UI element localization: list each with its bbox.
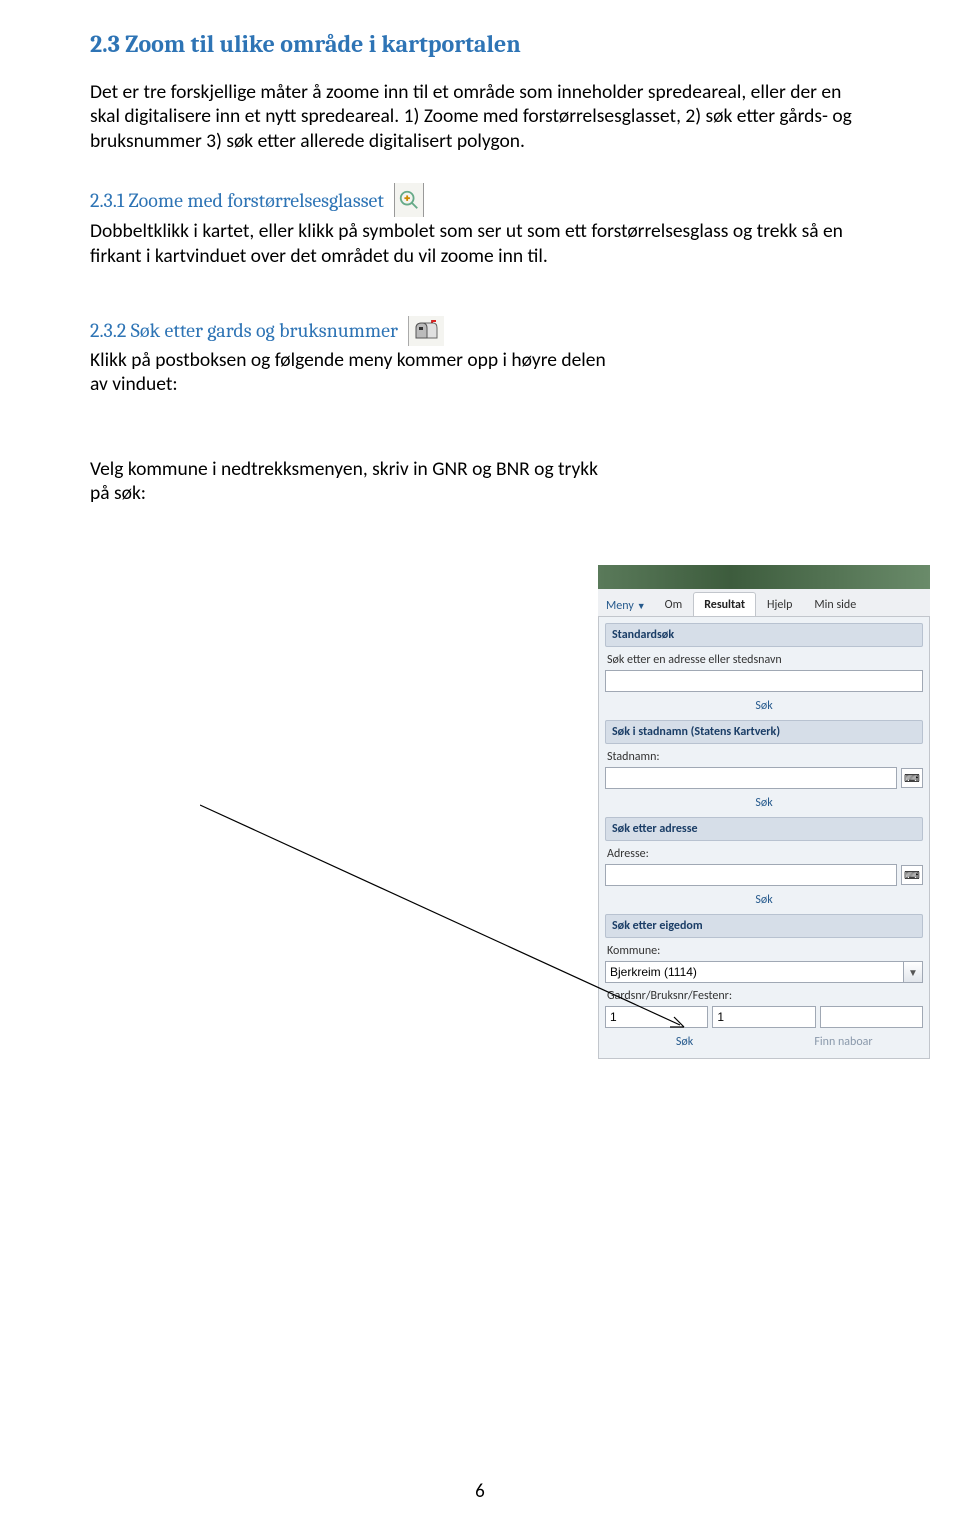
- subsection-body-232a: Klikk på postboksen og følgende meny kom…: [90, 348, 610, 397]
- tab-minside[interactable]: Min side: [803, 592, 867, 616]
- select-caret-icon[interactable]: ▼: [903, 961, 923, 983]
- input-std[interactable]: [605, 670, 923, 692]
- subsection-body-231: Dobbeltklikk i kartet, eller klikk på sy…: [90, 219, 870, 268]
- input-bruksnr[interactable]: [712, 1006, 815, 1028]
- menu-label: Meny: [606, 599, 634, 613]
- tab-resultat[interactable]: Resultat: [693, 592, 756, 616]
- menu-dropdown[interactable]: Meny ▼: [598, 595, 654, 616]
- input-festenr[interactable]: [820, 1006, 923, 1028]
- magnifier-plus-icon: [394, 183, 424, 217]
- tab-hjelp[interactable]: Hjelp: [756, 592, 803, 616]
- caret-down-icon: ▼: [637, 601, 646, 612]
- section-stadnamn: Søk i stadnamn (Statens Kartverk): [605, 720, 923, 744]
- input-gardsnr[interactable]: [605, 1006, 708, 1028]
- tab-om[interactable]: Om: [654, 592, 694, 616]
- keyboard-icon-2[interactable]: ⌨: [901, 865, 923, 885]
- sok-button-4[interactable]: Søk: [605, 1032, 764, 1052]
- section-title: 2.3 Zoom til ulike område i kartportalen: [90, 30, 870, 58]
- label-kommune: Kommune:: [605, 942, 923, 961]
- select-kommune[interactable]: [605, 961, 903, 983]
- mailbox-icon: [408, 316, 444, 346]
- section-standardsok: Standardsøk: [605, 623, 923, 647]
- input-adresse[interactable]: [605, 864, 897, 886]
- map-strip: [598, 565, 930, 589]
- sok-button-1[interactable]: Søk: [735, 696, 792, 716]
- search-panel-screenshot: Meny ▼ Om Resultat Hjelp Min side Standa…: [598, 565, 930, 1059]
- sok-button-2[interactable]: Søk: [735, 793, 792, 813]
- finn-naboar-button[interactable]: Finn naboar: [764, 1032, 923, 1052]
- subsection-title-232: 2.3.2 Søk etter gards og bruksnummer: [90, 319, 398, 342]
- sok-button-3[interactable]: Søk: [735, 890, 792, 910]
- subsection-body-232b: Velg kommune i nedtrekksmenyen, skriv in…: [90, 457, 610, 506]
- section-adresse: Søk etter adresse: [605, 817, 923, 841]
- keyboard-icon[interactable]: ⌨: [901, 768, 923, 788]
- intro-paragraph: Det er tre forskjellige måter å zoome in…: [90, 80, 870, 153]
- page-number: 6: [0, 1480, 960, 1503]
- label-std: Søk etter en adresse eller stedsnavn: [605, 651, 923, 670]
- input-stadnamn[interactable]: [605, 767, 897, 789]
- panel-tabbar: Meny ▼ Om Resultat Hjelp Min side: [598, 589, 930, 617]
- section-eigedom: Søk etter eigedom: [605, 914, 923, 938]
- label-adresse: Adresse:: [605, 845, 923, 864]
- subsection-title-231: 2.3.1 Zoome med forstørrelsesglasset: [90, 189, 384, 212]
- label-stadnamn: Stadnamn:: [605, 748, 923, 767]
- label-gbf: Gardsnr/Bruksnr/Festenr:: [605, 987, 923, 1006]
